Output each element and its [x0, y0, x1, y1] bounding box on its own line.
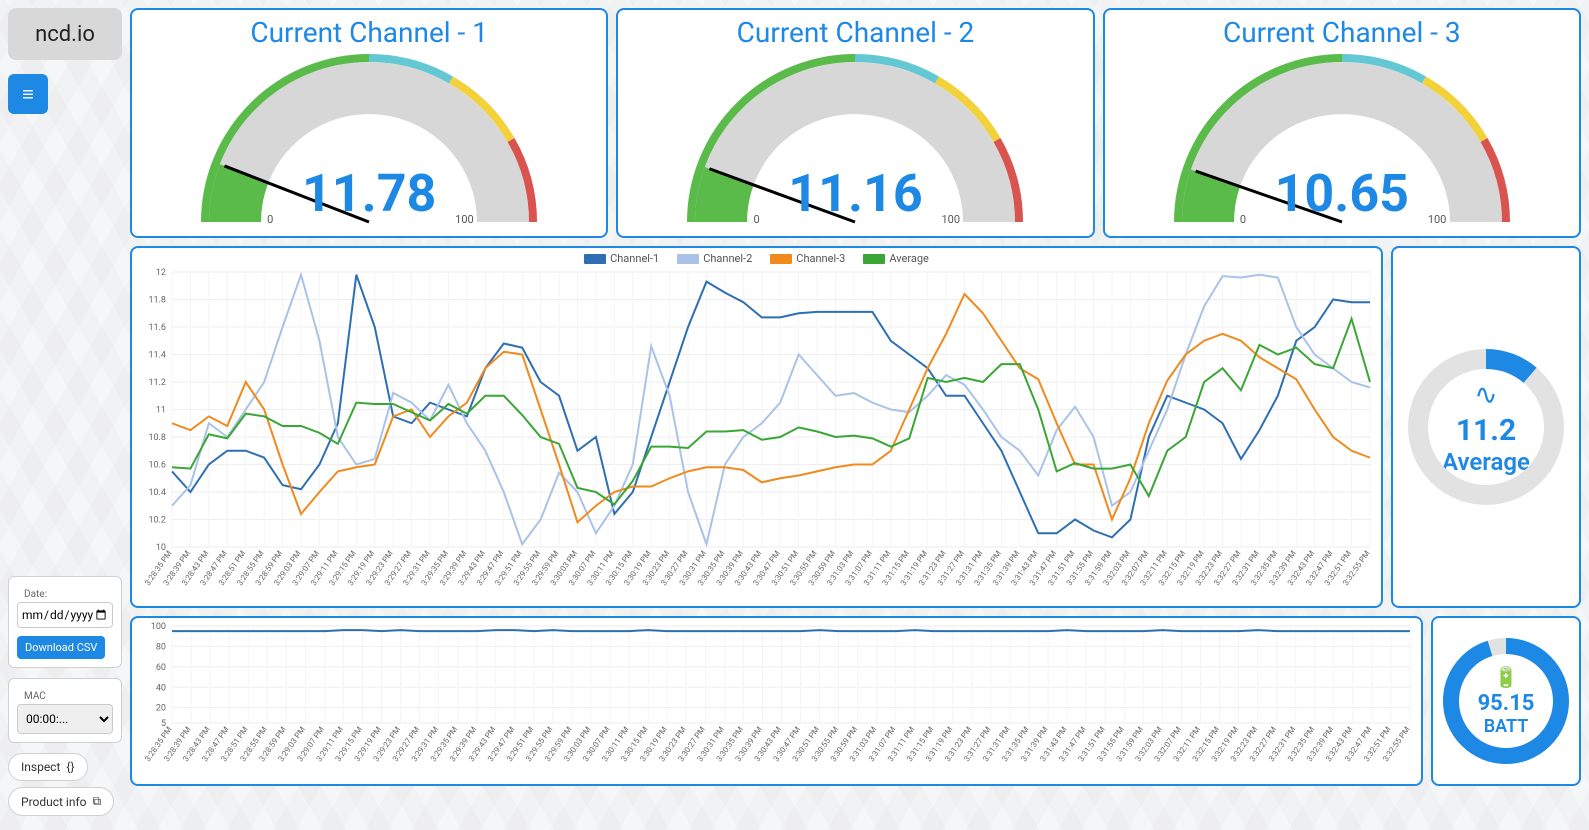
- download-csv-button[interactable]: Download CSV: [17, 636, 105, 659]
- main-line-chart: 1010.210.410.610.81111.211.411.611.8123:…: [132, 267, 1382, 602]
- date-card: Date: Download CSV: [8, 576, 122, 668]
- svg-text:100: 100: [151, 622, 166, 632]
- svg-text:60: 60: [156, 663, 166, 673]
- external-link-icon: ⧉: [93, 794, 102, 809]
- battery-chart-panel: 5204060801003:28:35 PM3:28:39 PM3:28:43 …: [130, 616, 1423, 786]
- svg-text:40: 40: [156, 683, 166, 693]
- product-info-label: Product info: [21, 795, 87, 809]
- chart-legend: Channel-1 Channel-2 Channel-3 Average: [132, 248, 1381, 267]
- gauge-panel-3: Current Channel - 3 010010.65: [1103, 8, 1581, 238]
- svg-text:11.2: 11.2: [148, 378, 166, 388]
- battery-donut: [1441, 636, 1571, 766]
- svg-text:80: 80: [156, 642, 166, 652]
- svg-text:11.6: 11.6: [148, 323, 166, 333]
- gauge-row: Current Channel - 1 010011.78 Current Ch…: [130, 8, 1581, 238]
- gauge-value: 11.78: [302, 163, 436, 224]
- date-label: Date:: [21, 589, 50, 600]
- svg-text:12: 12: [156, 268, 166, 278]
- svg-text:11: 11: [156, 406, 166, 416]
- product-info-button[interactable]: Product info ⧉: [8, 787, 114, 816]
- gauge-value: 11.16: [788, 163, 922, 224]
- gauge-panel-2: Current Channel - 2 010011.16: [616, 8, 1094, 238]
- date-input[interactable]: [17, 602, 113, 628]
- inspect-button[interactable]: Inspect {}: [8, 753, 88, 781]
- svg-text:10.6: 10.6: [148, 461, 166, 471]
- svg-text:11.4: 11.4: [148, 351, 166, 361]
- battery-row: 5204060801003:28:35 PM3:28:39 PM3:28:43 …: [130, 616, 1581, 786]
- gauge-title: Current Channel - 3: [1223, 16, 1461, 49]
- svg-text:10.8: 10.8: [148, 433, 166, 443]
- gauge-panel-1: Current Channel - 1 010011.78: [130, 8, 608, 238]
- brand-logo: ncd.io: [8, 8, 122, 60]
- gauge-title: Current Channel - 2: [737, 16, 975, 49]
- battery-line-chart: 5204060801003:28:35 PM3:28:39 PM3:28:43 …: [132, 618, 1422, 778]
- gauge-value: 10.65: [1275, 163, 1409, 224]
- mac-card: MAC 00:00:...: [8, 678, 122, 743]
- average-donut: [1406, 347, 1566, 507]
- hamburger-icon: ≡: [22, 82, 34, 107]
- svg-text:11.8: 11.8: [148, 296, 166, 306]
- menu-button[interactable]: ≡: [8, 74, 48, 114]
- mac-select[interactable]: 00:00:...: [17, 704, 113, 734]
- svg-text:20: 20: [156, 704, 166, 714]
- main-line-chart-panel: Channel-1 Channel-2 Channel-3 Average 10…: [130, 246, 1383, 608]
- svg-text:10.2: 10.2: [148, 516, 166, 526]
- gauge-title: Current Channel - 1: [250, 16, 488, 49]
- mac-label: MAC: [21, 691, 49, 702]
- battery-panel: 🔋 95.15 BATT: [1431, 616, 1581, 786]
- svg-text:10.4: 10.4: [148, 488, 166, 498]
- inspect-label: Inspect: [21, 760, 60, 774]
- average-panel: ∿ 11.2 Average: [1391, 246, 1581, 608]
- line-chart-row: Channel-1 Channel-2 Channel-3 Average 10…: [130, 246, 1581, 608]
- braces-icon: {}: [66, 760, 74, 774]
